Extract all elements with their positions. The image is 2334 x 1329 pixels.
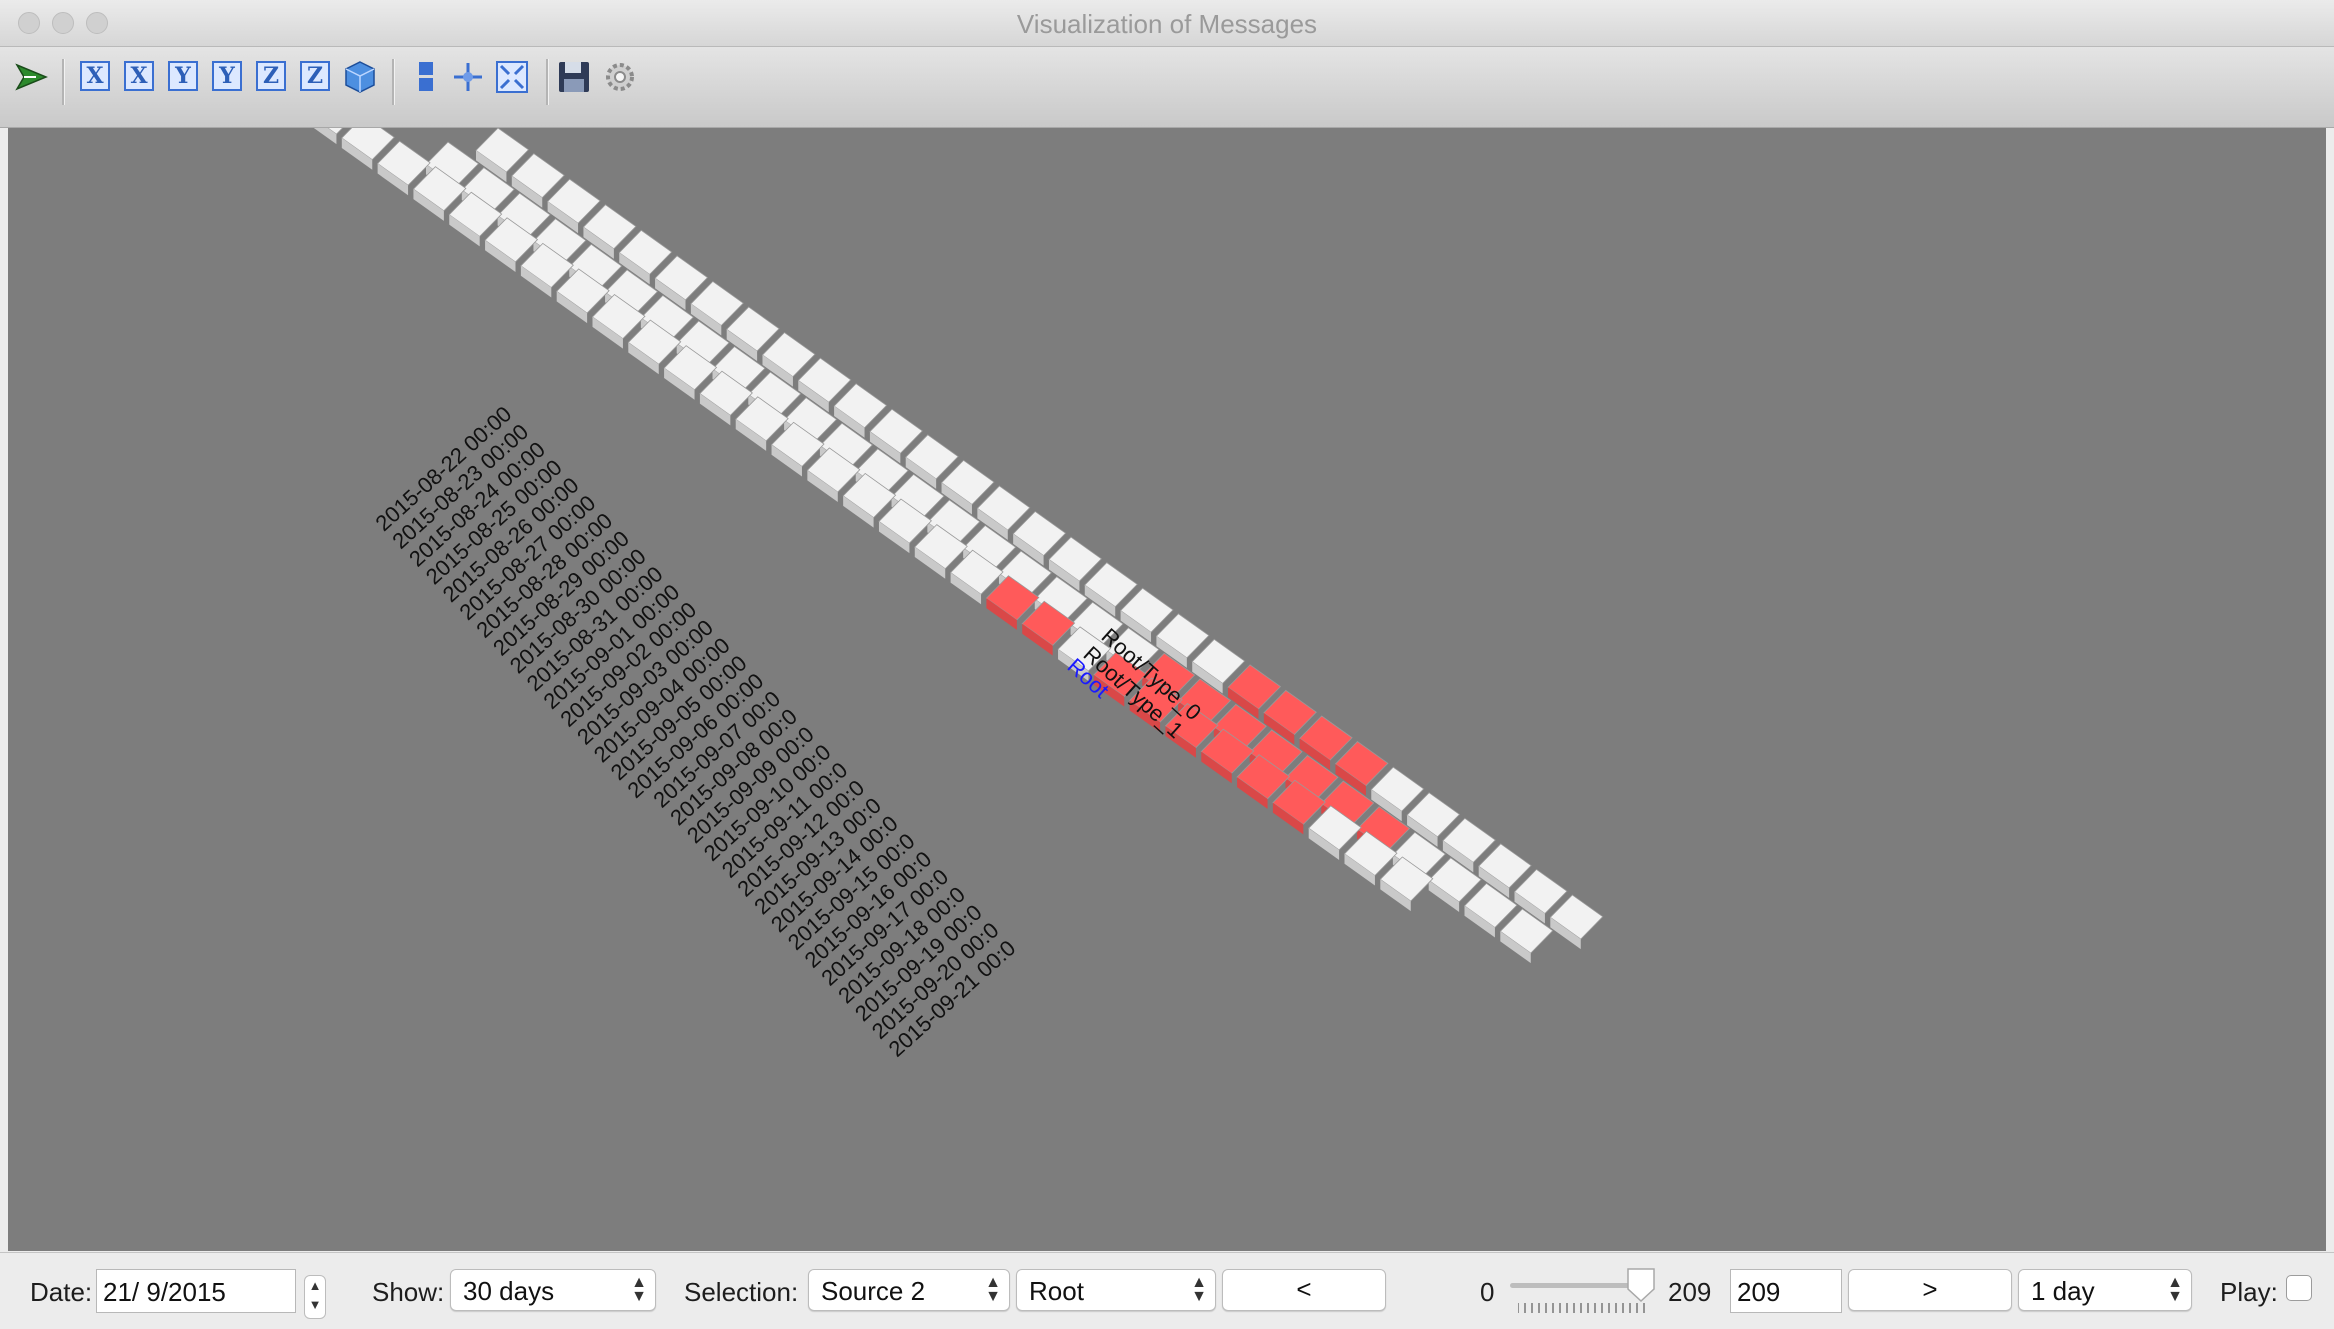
play-checkbox[interactable] bbox=[2286, 1275, 2312, 1301]
slider-max-label: 209 bbox=[1668, 1277, 1712, 1307]
chevron-updown-icon: ▲ ▼ bbox=[1191, 1274, 1207, 1305]
app-window: Visualization of Messages X X Y Y Z Z 20… bbox=[0, 0, 2334, 1329]
settings-icon[interactable] bbox=[602, 59, 638, 95]
cube-view-icon[interactable] bbox=[342, 59, 378, 95]
slider-min-label: 0 bbox=[1480, 1277, 1495, 1307]
message-matrix-3d[interactable]: 2015-08-22 00:002015-08-23 00:002015-08-… bbox=[8, 128, 2326, 1251]
visualization-canvas[interactable]: 2015-08-22 00:00 2015-08-23 00:00 2015-08-… bbox=[8, 128, 2326, 1251]
save-icon[interactable] bbox=[556, 59, 592, 95]
x-axis-icon[interactable]: X bbox=[80, 61, 110, 91]
chevron-updown-icon: ▲ ▼ bbox=[631, 1274, 647, 1305]
pointer-arrow-icon[interactable] bbox=[14, 59, 50, 95]
previous-button[interactable]: < bbox=[1222, 1269, 1386, 1311]
fit-view-icon[interactable] bbox=[494, 59, 530, 95]
chevron-updown-icon: ▲ ▼ bbox=[2167, 1274, 2183, 1305]
chevron-updown-icon: ▲ ▼ bbox=[985, 1274, 1001, 1305]
x-axis-reverse-icon[interactable]: X bbox=[124, 61, 154, 91]
y-axis-icon[interactable]: Y bbox=[168, 61, 198, 91]
step-select[interactable]: 1 day ▲ ▼ bbox=[2018, 1269, 2192, 1311]
window-title: Visualization of Messages bbox=[1016, 9, 1318, 39]
node-value: Root bbox=[1029, 1276, 1084, 1306]
center-icon[interactable] bbox=[450, 59, 486, 95]
next-button[interactable]: > bbox=[1848, 1269, 2012, 1311]
z-axis-icon[interactable]: Z bbox=[256, 61, 286, 91]
date-stepper[interactable]: ▲ ▼ bbox=[304, 1275, 326, 1319]
show-range-select[interactable]: 30 days ▲ ▼ bbox=[450, 1269, 656, 1311]
node-select[interactable]: Root ▲ ▼ bbox=[1016, 1269, 1216, 1311]
slider-value-field[interactable]: 209 bbox=[1730, 1269, 1842, 1313]
toolbar-separator bbox=[62, 59, 65, 105]
source-value: Source 2 bbox=[821, 1276, 926, 1306]
toolbar-separator bbox=[392, 59, 395, 105]
step-value: 1 day bbox=[2031, 1276, 2095, 1306]
title-bar: Visualization of Messages bbox=[0, 0, 2334, 47]
layout-icon[interactable] bbox=[408, 59, 444, 95]
show-label: Show: bbox=[372, 1277, 445, 1307]
y-axis-reverse-icon[interactable]: Y bbox=[212, 61, 242, 91]
source-select[interactable]: Source 2 ▲ ▼ bbox=[808, 1269, 1010, 1311]
slider-knob[interactable] bbox=[1626, 1267, 1656, 1303]
selection-label: Selection: bbox=[684, 1277, 799, 1307]
play-label: Play: bbox=[2220, 1277, 2278, 1307]
show-range-value: 30 days bbox=[463, 1276, 555, 1306]
date-field[interactable]: 21/ 9/2015 bbox=[96, 1269, 296, 1313]
slider-ticks bbox=[1518, 1303, 1645, 1313]
toolbar-separator bbox=[546, 59, 549, 105]
z-axis-reverse-icon[interactable]: Z bbox=[300, 61, 330, 91]
toolbar: X X Y Y Z Z bbox=[0, 47, 2334, 128]
bottom-controls: Date: 21/ 9/2015 ▲ ▼ Show: 30 days ▲ ▼ Sel… bbox=[0, 1252, 2334, 1329]
date-label: Date: bbox=[30, 1277, 93, 1307]
